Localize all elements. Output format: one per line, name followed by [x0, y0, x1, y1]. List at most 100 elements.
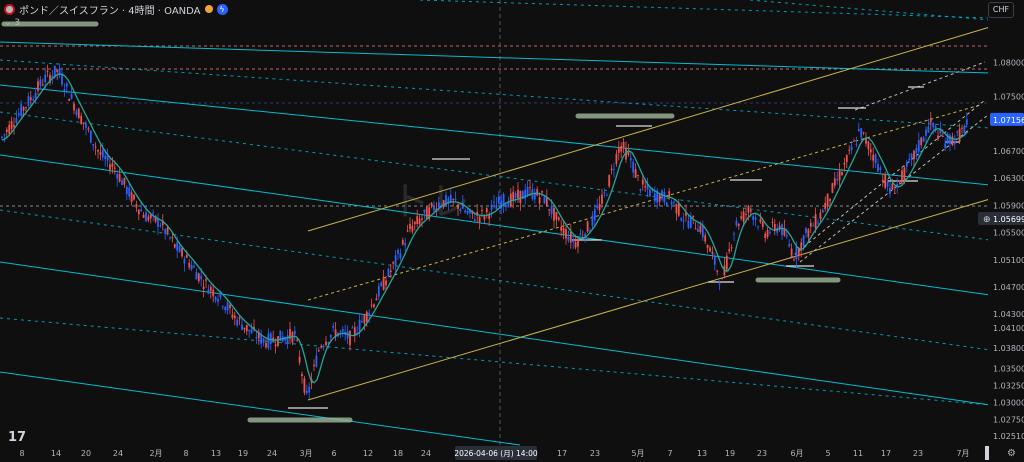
candle: [634, 169, 637, 178]
x-tick-label: 3月: [299, 449, 312, 458]
candle: [793, 259, 795, 261]
x-tick-label: 24: [267, 449, 277, 458]
candle: [831, 183, 834, 193]
candle: [255, 337, 258, 339]
candle: [951, 136, 954, 145]
candle: [917, 140, 920, 152]
channel-line: [0, 261, 991, 406]
candle: [135, 204, 138, 208]
x-tick-label: 19: [238, 449, 248, 458]
channel-line: [749, 0, 991, 21]
candle: [790, 248, 793, 256]
candle: [891, 183, 894, 190]
y-tick-label: 1.08000: [993, 58, 1024, 67]
candle: [286, 335, 289, 344]
candle: [365, 311, 368, 322]
candle: [188, 262, 191, 268]
x-tick-label: 12: [363, 449, 373, 458]
candle: [1, 136, 3, 138]
candle: [53, 65, 56, 77]
candle: [416, 216, 419, 225]
candle: [687, 220, 690, 228]
tradingview-logo-icon[interactable]: 17: [8, 430, 26, 445]
candle: [181, 248, 183, 257]
plus-icon: ⊕: [983, 215, 991, 225]
candle: [610, 168, 613, 171]
channel-line: [0, 209, 991, 351]
y-tick-label: 1.04300: [993, 310, 1024, 319]
candle: [97, 149, 99, 152]
candle: [821, 210, 824, 213]
gear-icon[interactable]: ⚙: [1007, 448, 1016, 459]
x-tick-label: 17: [557, 449, 567, 458]
candle: [233, 315, 236, 319]
candle: [137, 209, 140, 215]
indicator-toggle[interactable]: ⌄ 3: [4, 18, 20, 28]
candle: [759, 219, 762, 223]
scroll-handle[interactable]: [985, 446, 989, 460]
candle: [826, 193, 829, 207]
candle: [27, 96, 30, 106]
candle: [277, 336, 279, 346]
candle: [927, 126, 930, 133]
candle: [382, 276, 385, 291]
indicator-count: 3: [14, 18, 21, 28]
symbol-title[interactable]: ポンド／スイスフラン · 4時間 · OANDA: [19, 2, 201, 17]
candle: [764, 233, 767, 239]
candle: [308, 386, 311, 393]
candle: [932, 123, 935, 128]
x-tick-label: 7月: [956, 449, 969, 458]
candle: [766, 230, 769, 237]
candle: [34, 92, 37, 99]
candle: [341, 329, 344, 332]
candle: [370, 304, 373, 306]
candle: [485, 208, 488, 213]
y-tick-label: 1.03250: [993, 382, 1024, 391]
candle: [829, 198, 831, 202]
candle: [809, 222, 812, 227]
candle: [910, 153, 913, 159]
candle: [653, 193, 656, 202]
candle: [529, 187, 531, 189]
blue-flash-icon[interactable]: ϟ: [216, 3, 228, 15]
candle: [425, 206, 428, 219]
candle: [322, 346, 325, 348]
currency-button[interactable]: CHF: [988, 2, 1014, 18]
candle: [761, 221, 764, 227]
trend-line: [307, 26, 991, 232]
candle: [147, 216, 150, 221]
candle: [361, 321, 363, 323]
candle: [819, 212, 822, 219]
candle: [497, 196, 500, 204]
candle: [15, 118, 18, 123]
candle: [817, 222, 819, 224]
candle: [173, 244, 176, 248]
candle: [509, 193, 512, 207]
candle: [221, 306, 224, 308]
candle: [82, 122, 85, 124]
channel-line: [0, 41, 991, 74]
candle: [140, 209, 143, 212]
candle: [185, 254, 188, 258]
candle: [949, 135, 951, 144]
channel-line: [0, 59, 991, 129]
candle: [413, 221, 416, 225]
x-tick-label: 7: [667, 449, 672, 458]
candle: [536, 189, 539, 196]
candle: [22, 107, 25, 111]
candle: [838, 170, 841, 181]
candle: [404, 243, 407, 246]
price-chart[interactable]: トレ1.080001.075001.071561.067001.063001.0…: [0, 0, 1024, 462]
candle: [214, 297, 217, 301]
candle: [867, 141, 870, 150]
candle: [89, 130, 92, 143]
candle: [113, 167, 116, 169]
candle: [373, 304, 375, 307]
candle: [593, 209, 596, 221]
x-tick-label: 8: [183, 449, 188, 458]
candle: [735, 220, 738, 226]
y-tick-label: 1.04700: [993, 283, 1024, 292]
candle: [574, 242, 577, 248]
candle: [745, 214, 747, 216]
candle: [752, 216, 755, 221]
